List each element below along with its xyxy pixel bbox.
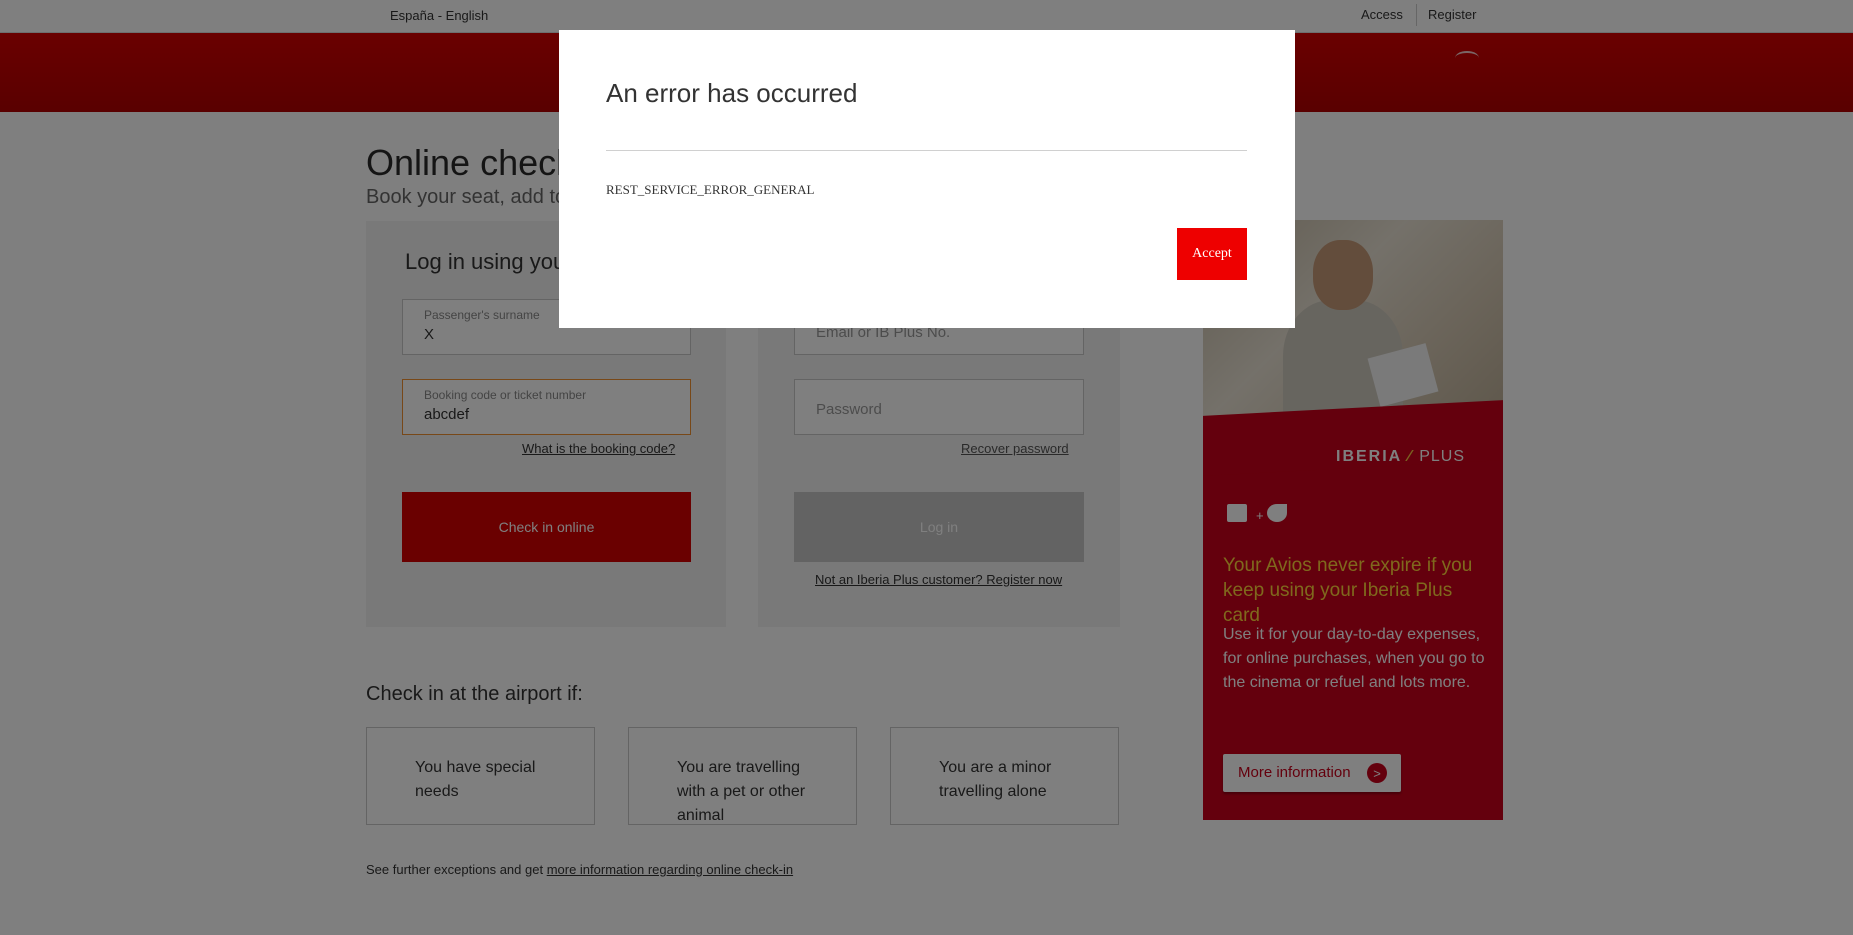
error-dialog-title: An error has occurred <box>606 78 858 108</box>
accept-button[interactable]: Accept <box>1177 228 1247 280</box>
error-message: REST_SERVICE_ERROR_GENERAL <box>606 182 815 197</box>
dialog-divider <box>606 150 1247 151</box>
error-dialog: An error has occurred REST_SERVICE_ERROR… <box>559 30 1295 328</box>
